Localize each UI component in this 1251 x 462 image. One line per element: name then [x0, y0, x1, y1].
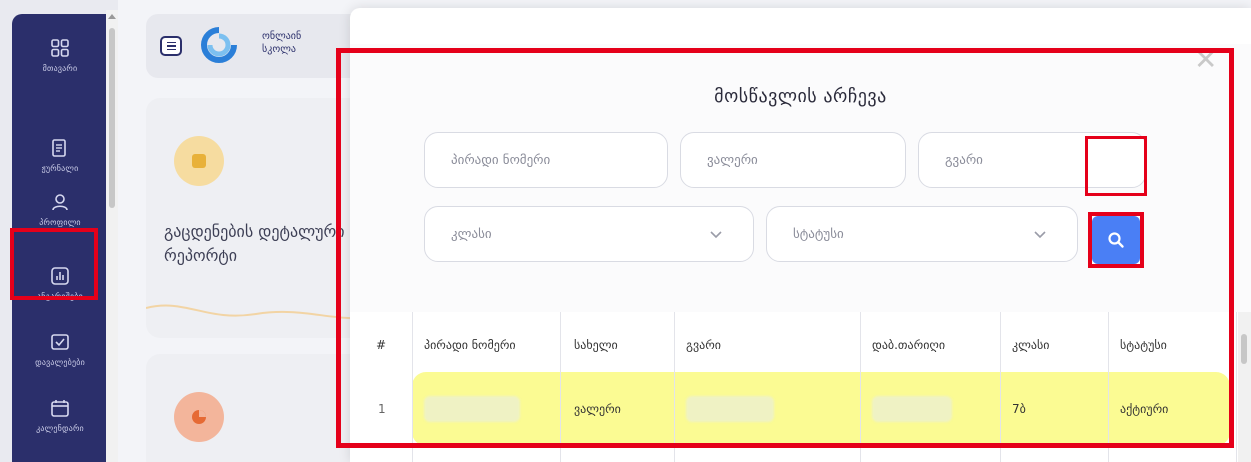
- journal-icon: [49, 137, 71, 159]
- personal-number-redacted: [424, 396, 520, 422]
- calendar-icon: [49, 397, 71, 419]
- sidebar-scrollbar[interactable]: [106, 10, 118, 462]
- tasks-icon: [49, 331, 71, 353]
- class-cell: 7ბ: [1012, 402, 1026, 416]
- sidebar-item-label: კალენდარი: [36, 424, 84, 433]
- table-header-cell[interactable]: სახელი: [574, 330, 618, 360]
- first-name-input[interactable]: ვალერი: [680, 132, 906, 188]
- status-select[interactable]: სტატუსი: [766, 206, 1078, 262]
- pie-chart-icon: [174, 392, 224, 442]
- report-card-wave: [146, 304, 376, 320]
- logo-text: ონლაინ სკოლა: [262, 31, 302, 55]
- table-header-cell[interactable]: გვარი: [686, 330, 721, 360]
- table-scrollbar[interactable]: [1238, 312, 1251, 462]
- annotation-highlight-empty: [1085, 136, 1147, 196]
- scrollbar-thumb[interactable]: [109, 28, 115, 208]
- sidebar-item-label: პროფილი: [39, 218, 81, 227]
- table-header-cell[interactable]: დაბ.თარიღი: [872, 330, 945, 360]
- chevron-down-icon: [1034, 231, 1046, 239]
- sidebar-item-label: მთავარი: [42, 64, 78, 73]
- report-card[interactable]: გაცდენების დეტალური რეპორტი: [146, 98, 376, 338]
- dashboard-icon: [49, 37, 71, 59]
- sidebar-item-home[interactable]: მთავარი: [12, 26, 108, 84]
- table-header-cell: #: [376, 338, 387, 352]
- user-icon: [49, 191, 71, 213]
- close-icon[interactable]: ✕: [1194, 46, 1217, 74]
- birth-date-redacted: [872, 396, 952, 422]
- table-header-cell[interactable]: კლასი: [1012, 330, 1049, 360]
- chevron-down-icon: [710, 231, 722, 239]
- personal-number-input[interactable]: პირადი ნომერი: [424, 132, 668, 188]
- modal-title: მოსწავლის არჩევა: [714, 86, 887, 107]
- class-select[interactable]: კლასი: [424, 206, 754, 262]
- last-name-redacted: [686, 396, 774, 422]
- table-header-cell[interactable]: სტატუსი: [1120, 330, 1167, 360]
- sidebar-item-tasks[interactable]: დავალებები: [12, 320, 108, 378]
- row-number: 1: [378, 402, 386, 416]
- report-card-icon: [174, 136, 224, 186]
- table-header-cell[interactable]: პირადი ნომერი: [424, 330, 516, 360]
- sidebar-item-label: დავალებები: [35, 358, 85, 367]
- status-cell: აქტიური: [1120, 402, 1169, 416]
- scroll-up-icon[interactable]: [108, 14, 116, 19]
- sidebar-item-label: ჟურნალი: [41, 164, 79, 173]
- first-name-cell: ვალერი: [574, 402, 621, 416]
- annotation-highlight-search: [1088, 212, 1144, 268]
- annotation-highlight-reports: [10, 228, 98, 300]
- stats-card[interactable]: [146, 354, 376, 462]
- sidebar-item-journal[interactable]: ჟურნალი: [12, 126, 108, 184]
- logo-icon: [198, 26, 240, 64]
- report-card-title: გაცდენების დეტალური რეპორტი: [164, 222, 345, 265]
- sidebar-item-calendar[interactable]: კალენდარი: [12, 386, 108, 444]
- menu-toggle-button[interactable]: [160, 36, 182, 56]
- scrollbar-thumb[interactable]: [1241, 334, 1247, 364]
